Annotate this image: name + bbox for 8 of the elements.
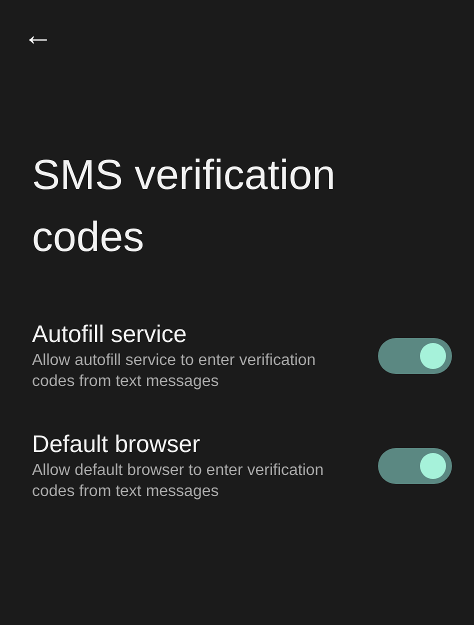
toggle-switch[interactable] [378, 448, 452, 484]
setting-description: Allow autofill service to enter verification codes from text messages [32, 351, 317, 392]
toggle-switch[interactable] [378, 338, 452, 374]
page-title: SMS verification codes [32, 150, 336, 262]
setting-label: Default browser [32, 430, 202, 460]
setting-description: Allow default browser to enter verification codes from text messages [32, 461, 325, 502]
setting-label: Autofill service [32, 320, 188, 350]
back-button[interactable]: ← [20, 18, 56, 54]
